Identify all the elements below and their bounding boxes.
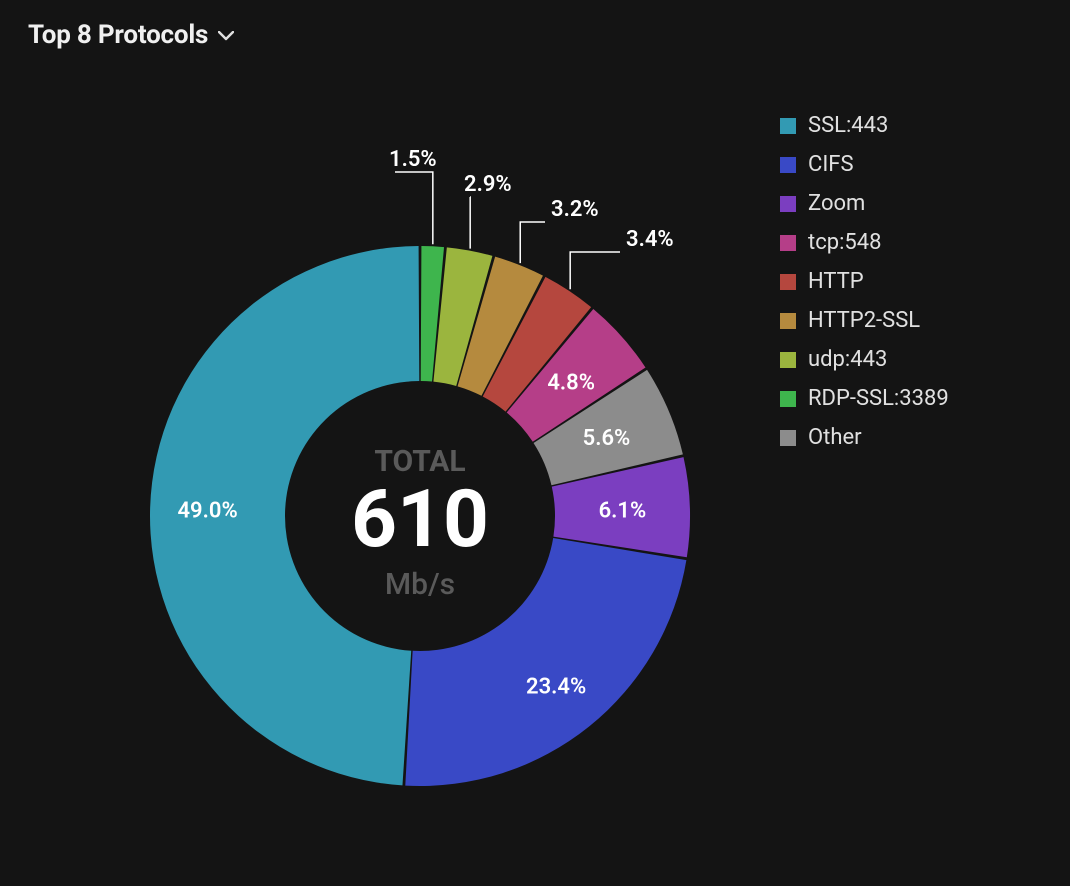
legend-item[interactable]: udp:443 (780, 340, 949, 379)
legend-swatch (780, 157, 796, 173)
legend-label: Zoom (808, 191, 865, 216)
legend-swatch (780, 352, 796, 368)
slice-label: 3.4% (626, 227, 674, 252)
legend-label: HTTP2-SSL (808, 308, 920, 333)
slice-label: 2.9% (464, 172, 512, 197)
slice-label: 3.2% (551, 197, 599, 222)
donut-chart: 49.0%1.5%2.9%3.2%3.4%4.8%5.6%6.1%23.4%TO… (0, 66, 780, 886)
slice-label: 6.1% (599, 498, 647, 523)
legend-item[interactable]: HTTP2-SSL (780, 301, 949, 340)
legend-swatch (780, 391, 796, 407)
slice-pointer (570, 252, 620, 289)
legend-item[interactable]: SSL:443 (780, 106, 949, 145)
chart-legend: SSL:443 CIFS Zoom tcp:548 HTTP HTTP2-SSL udp:4… (780, 106, 949, 457)
chart-title: Top 8 Protocols (28, 20, 208, 50)
chart-title-dropdown[interactable]: Top 8 Protocols (0, 0, 1070, 66)
slice-pointer (395, 172, 433, 244)
center-total-unit: Mb/s (385, 567, 455, 602)
legend-label: SSL:443 (808, 113, 888, 138)
legend-label: CIFS (808, 152, 854, 177)
legend-swatch (780, 430, 796, 446)
legend-swatch (780, 235, 796, 251)
legend-swatch (780, 196, 796, 212)
legend-label: RDP-SSL:3389 (808, 386, 949, 411)
center-total-value: 610 (351, 472, 489, 566)
legend-swatch (780, 313, 796, 329)
legend-item[interactable]: RDP-SSL:3389 (780, 379, 949, 418)
legend-label: HTTP (808, 269, 864, 294)
legend-label: udp:443 (808, 347, 887, 372)
legend-item[interactable]: CIFS (780, 145, 949, 184)
legend-swatch (780, 274, 796, 290)
chevron-down-icon (218, 31, 234, 41)
legend-item[interactable]: tcp:548 (780, 223, 949, 262)
legend-label: Other (808, 425, 862, 450)
slice-label: 4.8% (547, 370, 595, 395)
slice-label: 5.6% (583, 426, 631, 451)
legend-label: tcp:548 (808, 230, 882, 255)
legend-item[interactable]: Other (780, 418, 949, 457)
slice-label: 1.5% (389, 147, 437, 172)
legend-item[interactable]: HTTP (780, 262, 949, 301)
legend-item[interactable]: Zoom (780, 184, 949, 223)
legend-swatch (780, 118, 796, 134)
slice-pointer (520, 222, 545, 263)
slice-label: 49.0% (177, 499, 237, 524)
slice-label: 23.4% (526, 675, 586, 700)
